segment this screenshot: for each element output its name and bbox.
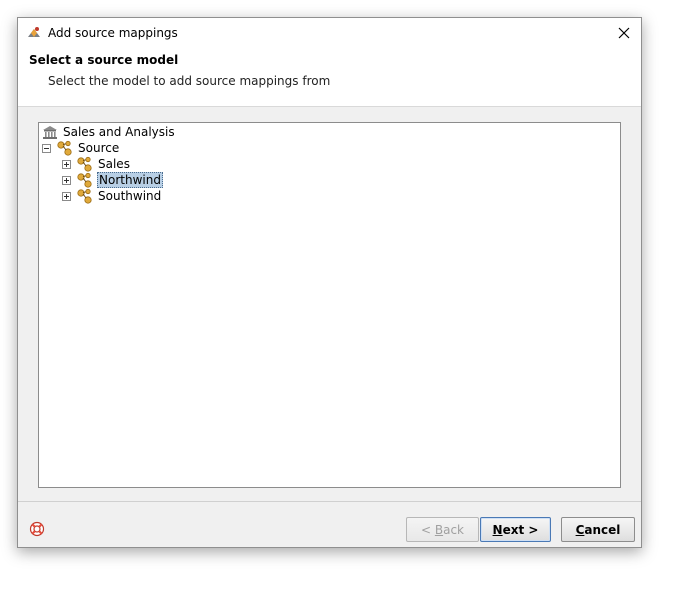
source-model-icon (57, 140, 72, 156)
tree-node-label-selected: Northwind (97, 172, 163, 188)
wizard-header: Select a source model Select the model t… (18, 48, 641, 106)
tree-node-label: Sales and Analysis (63, 125, 175, 139)
next-mnemonic: N (492, 522, 503, 537)
title-bar[interactable]: Add source mappings (18, 18, 641, 48)
source-model-icon (77, 188, 92, 204)
cancel-button[interactable]: Cancel (561, 517, 635, 542)
expand-toggle[interactable] (62, 159, 71, 169)
close-icon (618, 27, 630, 39)
cancel-label-rest: ancel (584, 522, 621, 537)
tree-node-label: Southwind (98, 189, 162, 203)
collapse-toggle[interactable] (42, 143, 51, 153)
model-tree[interactable]: Sales and Analysis Source Sales Northwin… (38, 122, 621, 488)
add-source-mappings-dialog: Add source mappings Select a source mode… (17, 17, 642, 548)
wizard-app-icon (28, 27, 40, 37)
page-title: Select a source model (29, 53, 179, 67)
tree-node-source[interactable]: Source (42, 140, 120, 156)
cancel-mnemonic: C (575, 522, 585, 537)
close-button[interactable] (607, 18, 641, 48)
source-model-icon (77, 156, 92, 172)
back-button[interactable]: < Back (406, 517, 479, 542)
tree-node-southwind[interactable]: Southwind (62, 188, 162, 204)
expand-toggle[interactable] (62, 175, 71, 185)
footer-divider (18, 501, 641, 502)
back-label-rest: ack (443, 522, 464, 537)
page-subtitle: Select the model to add source mappings … (48, 74, 331, 88)
window-title: Add source mappings (48, 26, 178, 40)
help-lifebuoy-icon[interactable] (29, 521, 45, 537)
tree-node-sales[interactable]: Sales (62, 156, 131, 172)
header-divider (18, 106, 641, 107)
tree-node-root[interactable]: Sales and Analysis (41, 124, 176, 140)
tree-node-label: Source (78, 141, 120, 155)
next-label-rest: ext > (502, 522, 539, 537)
back-mnemonic: B (434, 522, 444, 537)
bank-building-icon (43, 126, 57, 139)
expand-toggle[interactable] (62, 191, 71, 201)
back-prefix: < (420, 522, 435, 537)
tree-node-label: Sales (98, 157, 130, 171)
tree-node-northwind[interactable]: Northwind (62, 172, 163, 188)
source-model-icon (77, 172, 92, 188)
next-button[interactable]: Next > (480, 517, 551, 542)
